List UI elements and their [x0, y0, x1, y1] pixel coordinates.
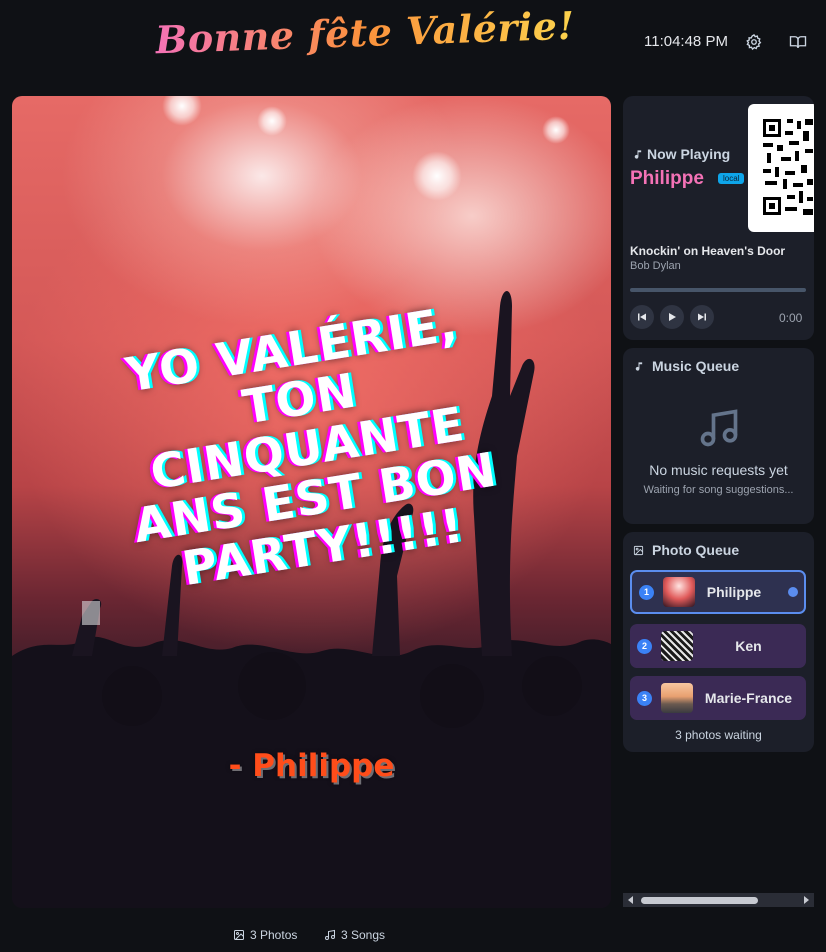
scroll-left-icon[interactable]: [626, 895, 636, 905]
music-queue-card: Music Queue No music requests yet Waitin…: [623, 348, 814, 524]
photo-slide: YO VALÉRIE, TON CINQUANTE ANS EST BON PA…: [12, 96, 611, 908]
music-note-icon: [635, 361, 643, 371]
playback-time: 0:00: [779, 311, 803, 325]
music-icon: [325, 929, 335, 940]
queue-author: Ken: [735, 638, 762, 654]
queue-number: 2: [637, 638, 652, 654]
horizontal-scrollbar[interactable]: [623, 893, 814, 907]
now-playing-requester: Philippe: [630, 168, 704, 189]
photos-count-label: 3 Photos: [250, 928, 298, 942]
photo-queue-title: Photo Queue: [652, 542, 740, 558]
song-artist: Bob Dylan: [630, 260, 681, 272]
skip-back-icon: [638, 313, 646, 321]
now-playing-title: Now Playing: [647, 146, 731, 162]
photo-queue-item[interactable]: 1 Philippe: [630, 570, 806, 614]
queue-number: 1: [639, 584, 654, 600]
previous-button[interactable]: [630, 305, 654, 329]
song-title: Knockin' on Heaven's Door: [630, 244, 786, 258]
photos-count: 3 Photos: [233, 928, 297, 942]
music-queue-empty: No music requests yet: [649, 462, 788, 478]
clock: 11:04:48 PM: [644, 33, 728, 50]
photo-queue-item[interactable]: 3 Marie-France: [630, 676, 806, 720]
photo-thumbnail: [661, 683, 693, 713]
music-queue-subtext: Waiting for song suggestions...: [643, 484, 794, 496]
queue-author: Marie-France: [704, 690, 793, 706]
book-open-icon[interactable]: [789, 33, 807, 51]
queue-author: Philippe: [706, 584, 762, 600]
skip-forward-icon: [698, 313, 706, 321]
image-icon: [234, 930, 244, 940]
now-playing-card: Now Playing Philippe local Knockin' on H…: [623, 96, 814, 340]
now-playing-label: Now Playing: [632, 146, 730, 162]
next-button[interactable]: [690, 305, 714, 329]
music-note-icon: [634, 149, 642, 159]
scrollbar-thumb[interactable]: [641, 897, 758, 904]
gear-icon[interactable]: [745, 33, 763, 51]
photo-thumbnail: [661, 631, 693, 661]
source-badge: local: [718, 173, 745, 184]
music-icon: [700, 409, 738, 447]
slide-author: - Philippe: [228, 748, 395, 784]
image-icon: [633, 545, 644, 555]
photo-queue-header: Photo Queue: [633, 542, 739, 558]
photo-queue-card: Photo Queue 1 Philippe 2 Ken 3 Marie-Fra…: [623, 532, 814, 752]
play-button[interactable]: [660, 305, 684, 329]
photo-queue-count: 3 photos waiting: [675, 728, 762, 742]
photo-queue-item[interactable]: 2 Ken: [630, 624, 806, 668]
current-indicator: [788, 587, 798, 597]
page-title: Bonne fête Valérie!: [154, 2, 576, 63]
songs-count: 3 Songs: [324, 928, 385, 942]
qr-code: [748, 104, 814, 232]
music-queue-title: Music Queue: [652, 358, 740, 374]
qr-code-icon: [763, 119, 813, 215]
queue-number: 3: [637, 690, 652, 706]
progress-bar[interactable]: [630, 288, 806, 292]
music-queue-header: Music Queue: [633, 358, 739, 374]
scroll-right-icon[interactable]: [801, 895, 811, 905]
songs-count-label: 3 Songs: [341, 928, 386, 942]
play-icon: [669, 313, 676, 321]
